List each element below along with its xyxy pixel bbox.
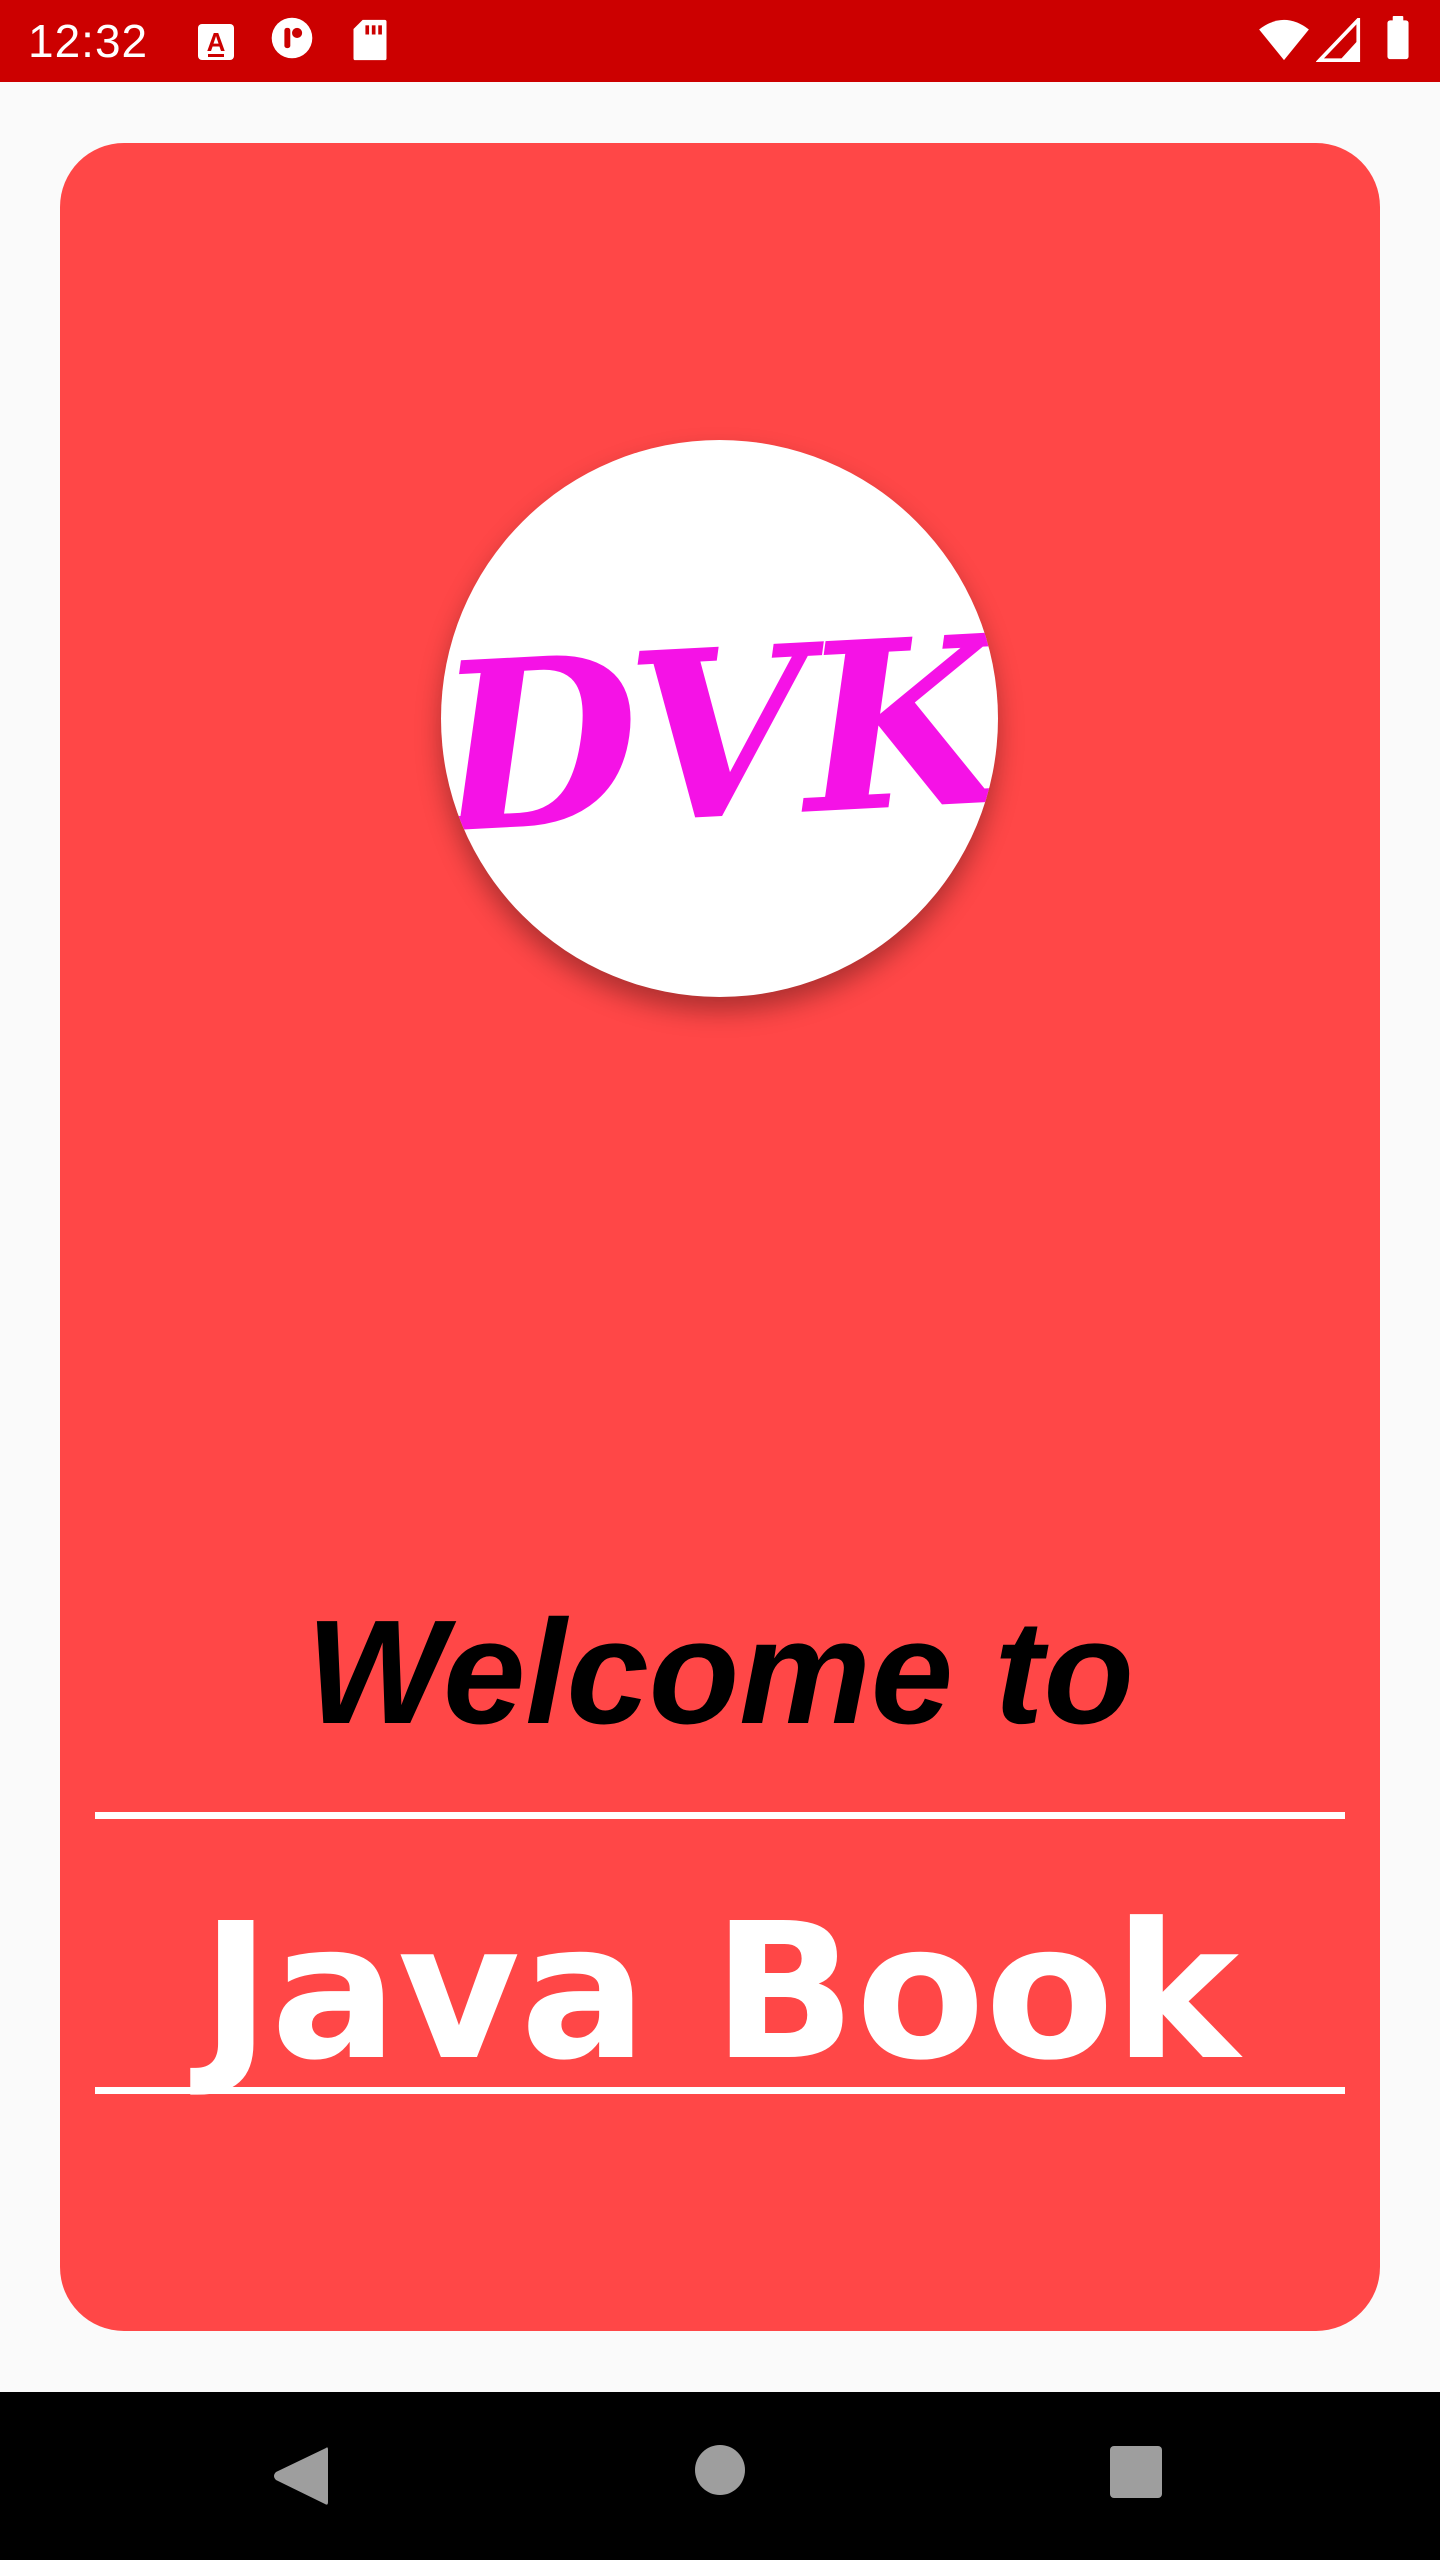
navigation-bar xyxy=(0,2392,1440,2560)
dvk-logo: DVK xyxy=(441,440,998,997)
bottom-divider xyxy=(95,2087,1345,2094)
welcome-heading: Welcome to xyxy=(306,1590,1134,1755)
circle-r-notification-icon xyxy=(271,17,313,59)
recents-icon[interactable] xyxy=(1108,2444,1164,2500)
sd-card-icon xyxy=(353,19,387,61)
top-divider xyxy=(95,1812,1345,1819)
svg-text:A: A xyxy=(207,27,226,57)
welcome-card: DVK Welcome to Java Book xyxy=(60,143,1380,2331)
home-icon[interactable] xyxy=(694,2444,746,2496)
battery-icon xyxy=(1387,16,1409,60)
dvk-logo-graphic: DVK xyxy=(441,583,998,886)
status-time: 12:32 xyxy=(28,15,149,67)
a-notification-icon: A xyxy=(198,24,234,60)
svg-text:DVK: DVK xyxy=(441,583,998,886)
status-bar: 12:32 A xyxy=(0,0,1440,82)
wifi-icon xyxy=(1259,19,1309,61)
app-name-title: Java Book xyxy=(200,1883,1240,2102)
cell-signal-icon xyxy=(1316,18,1361,62)
back-icon[interactable] xyxy=(270,2444,330,2508)
